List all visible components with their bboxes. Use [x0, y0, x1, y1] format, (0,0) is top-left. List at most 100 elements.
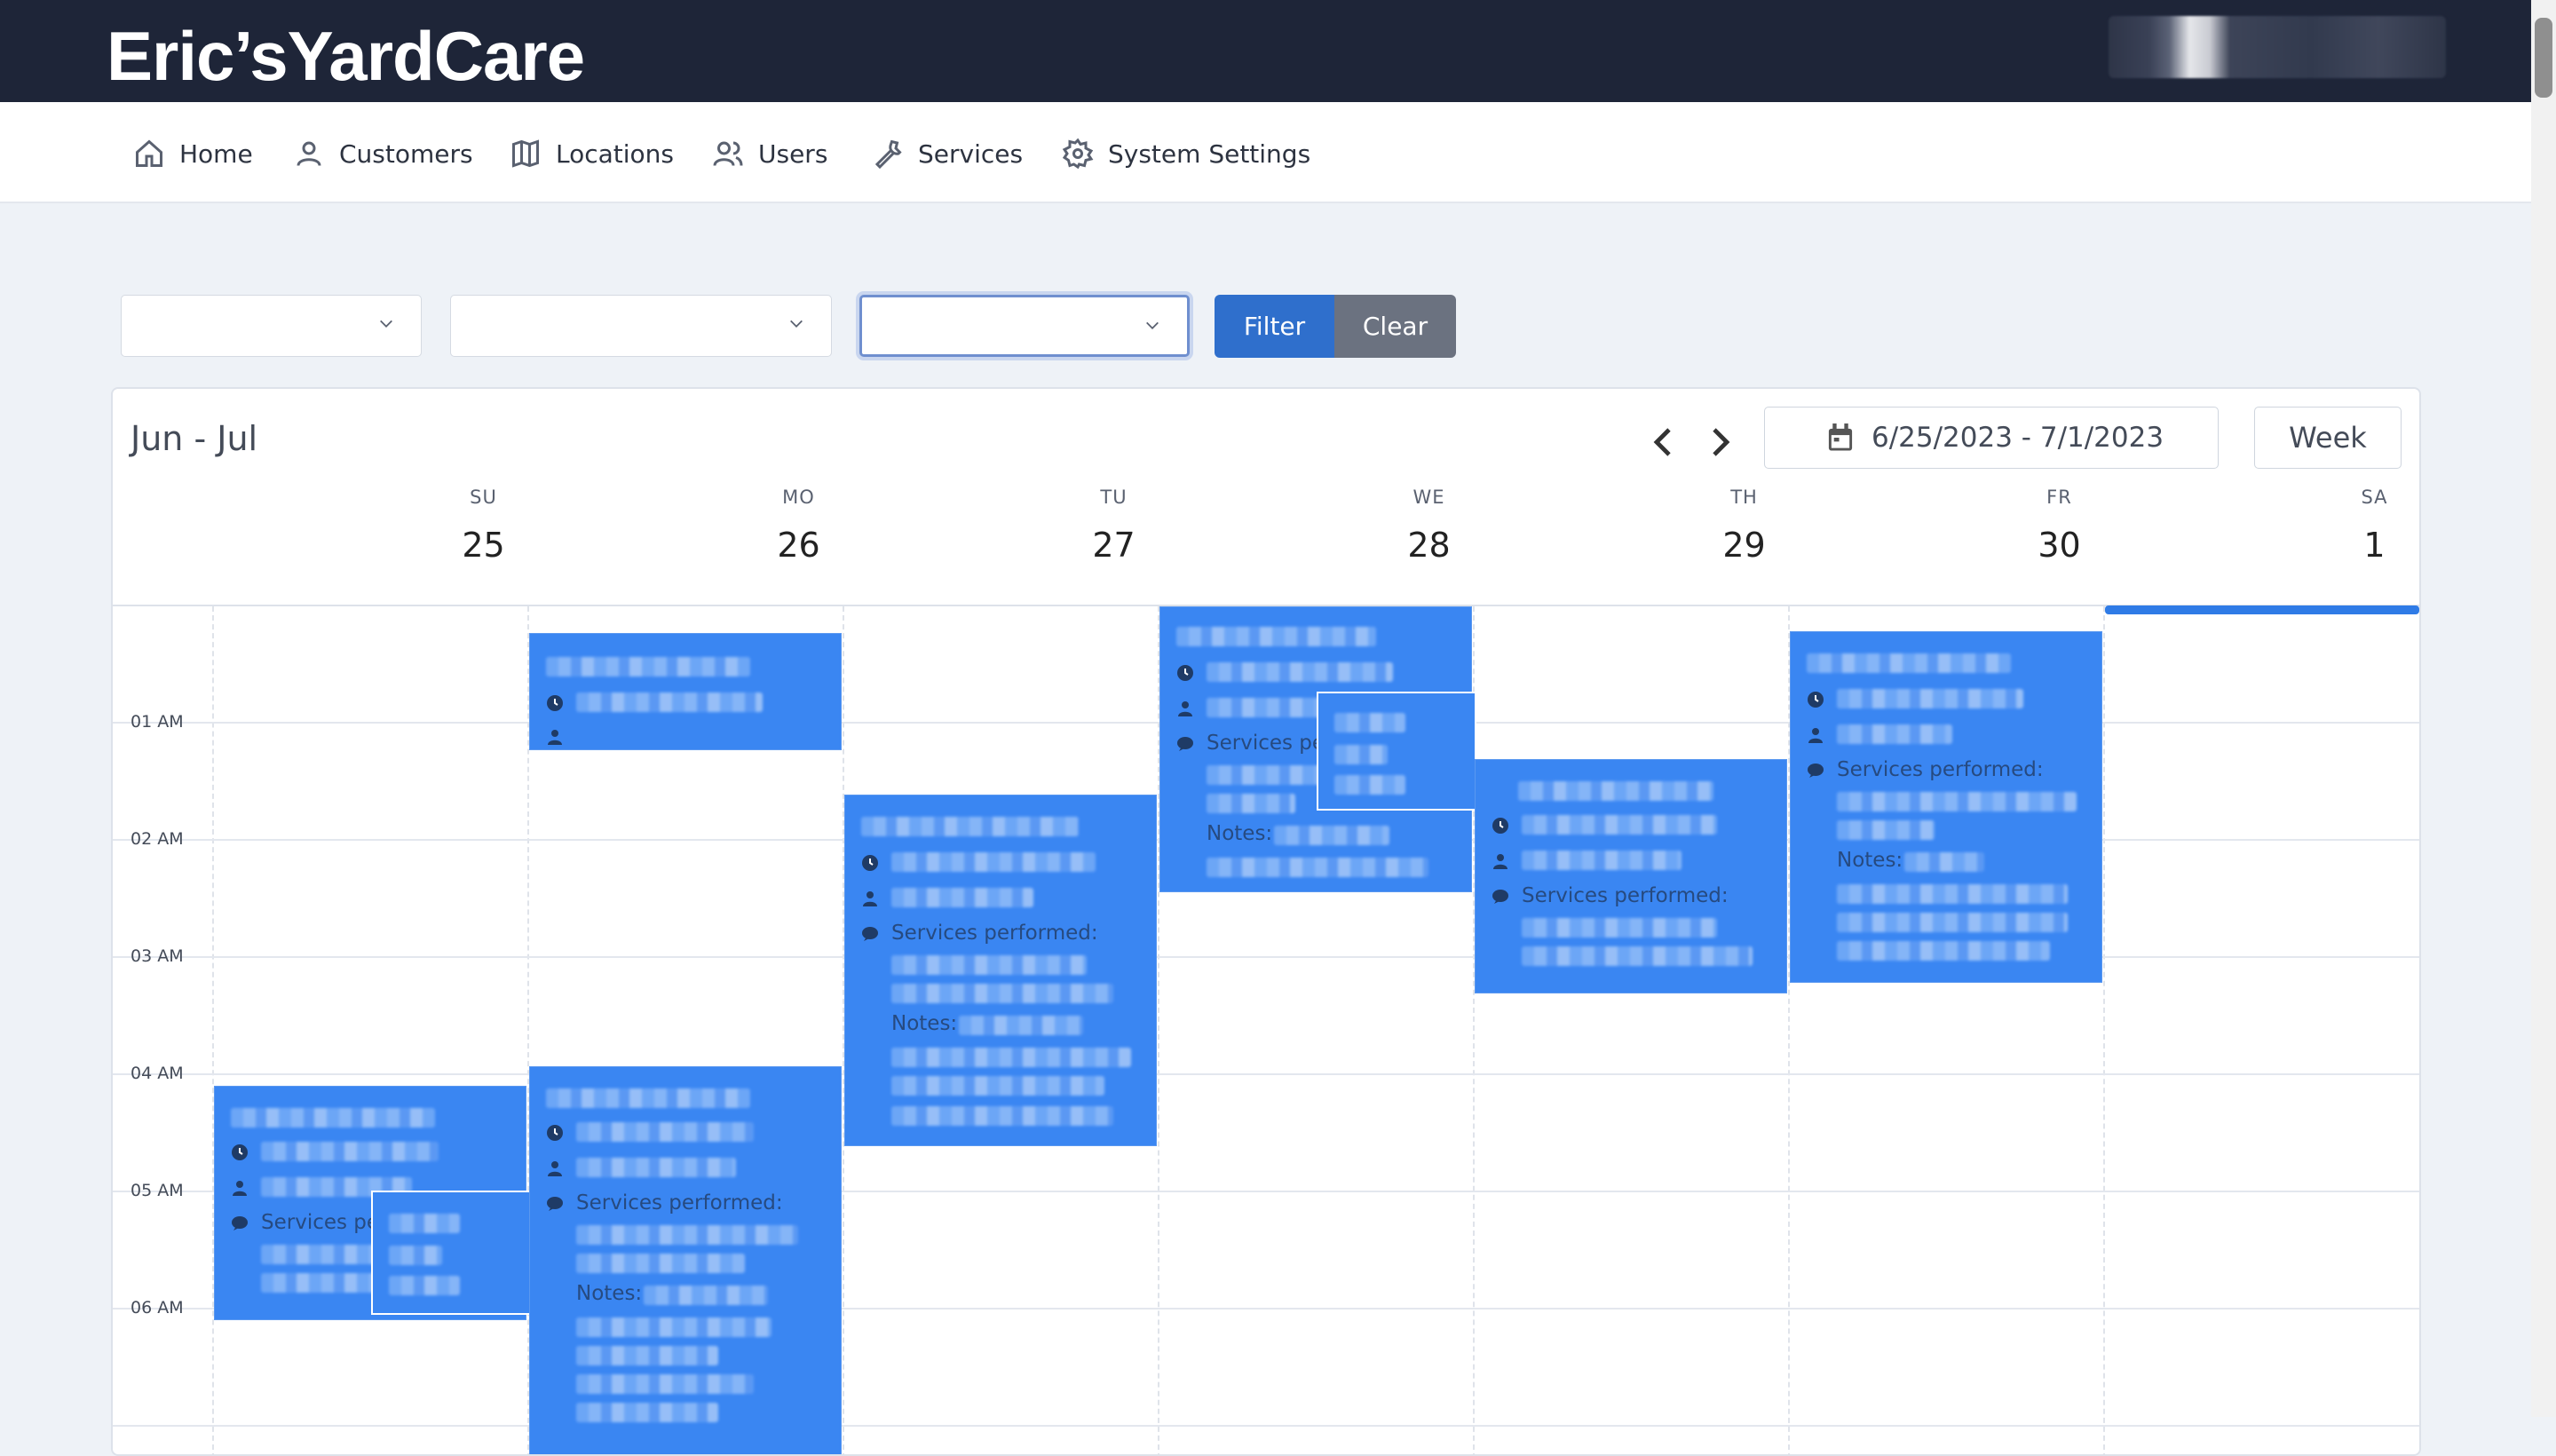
user-menu[interactable]	[2109, 16, 2446, 78]
calendar-event[interactable]	[1317, 692, 1476, 811]
day-header-thu[interactable]: TH 29	[1587, 487, 1902, 565]
top-bar: Eric’sYardCare	[0, 0, 2556, 102]
user-icon	[297, 141, 321, 166]
scrollbar-thumb[interactable]	[2535, 18, 2552, 98]
calendar-event[interactable]: Services performed: Notes:	[1790, 631, 2102, 983]
event-title-redacted	[1334, 713, 1405, 732]
event-notes-redacted	[891, 1076, 1104, 1096]
date-range-value: 6/25/2023 - 7/1/2023	[1871, 422, 2164, 454]
nav-users[interactable]: Users	[712, 136, 827, 171]
person-icon	[548, 1161, 562, 1176]
calendar-event[interactable]	[529, 633, 842, 750]
person-icon	[1808, 728, 1823, 743]
event-notes-redacted	[1837, 884, 2068, 904]
chevron-right-icon[interactable]	[1702, 424, 1737, 460]
clear-button[interactable]: Clear	[1334, 295, 1456, 358]
day-header-sat[interactable]: SA 1	[2217, 487, 2419, 565]
time-grid[interactable]: 01 AM 02 AM 03 AM 04 AM 05 AM 06 AM Serv…	[113, 606, 2419, 1454]
chevron-left-icon[interactable]	[1646, 424, 1682, 460]
calendar-title: Jun - Jul	[131, 419, 258, 458]
filter-select-1[interactable]	[121, 295, 422, 357]
day-name: TU	[1100, 487, 1128, 508]
calendar-panel: Jun - Jul 6/25/2023 - 7/1/2023 Week SU 2…	[111, 387, 2421, 1456]
nav-services-label: Services	[918, 138, 1024, 169]
event-services-redacted	[1207, 794, 1295, 813]
day-name: MO	[782, 487, 815, 508]
filter-select-2[interactable]	[450, 295, 832, 357]
day-name: SU	[470, 487, 497, 508]
day-name: WE	[1413, 487, 1445, 508]
day-header-wed[interactable]: WE 28	[1271, 487, 1587, 565]
services-performed-label: Services performed:	[1522, 884, 1729, 907]
nav-customers-label: Customers	[339, 138, 473, 169]
services-performed-label: Services performed:	[891, 922, 1098, 945]
clock-icon	[547, 695, 563, 711]
event-time-redacted	[1522, 815, 1717, 835]
comment-icon	[547, 1197, 563, 1211]
event-title-redacted	[1334, 775, 1405, 795]
person-icon	[1493, 854, 1507, 869]
event-notes-redacted	[576, 1403, 718, 1422]
nav-system-settings[interactable]: System Settings	[1062, 136, 1310, 171]
hour-label: 06 AM	[131, 1298, 184, 1318]
event-title-redacted	[1518, 781, 1713, 801]
chevron-down-icon	[380, 320, 392, 328]
home-icon	[136, 139, 162, 167]
event-time-redacted	[1837, 689, 2023, 708]
event-notes-redacted	[1837, 941, 2050, 961]
date-range-picker[interactable]: 6/25/2023 - 7/1/2023	[1764, 407, 2219, 469]
event-customer-redacted	[1207, 698, 1322, 717]
event-time-redacted	[261, 1142, 439, 1161]
hour-line	[113, 1425, 2419, 1427]
event-time-redacted	[891, 852, 1096, 872]
hour-label: 04 AM	[131, 1064, 184, 1083]
hour-label: 02 AM	[131, 829, 184, 849]
day-number: 30	[2038, 526, 2081, 565]
event-customer-redacted	[1837, 724, 1952, 744]
view-select-button[interactable]: Week	[2254, 407, 2402, 469]
event-time-redacted	[576, 1122, 754, 1142]
main-nav: Home Customers Locations Users Services …	[0, 102, 2531, 203]
comment-icon	[1492, 890, 1508, 904]
clock-icon	[862, 855, 878, 871]
day-header-tue[interactable]: TU 27	[956, 487, 1271, 565]
nav-home[interactable]: Home	[133, 136, 253, 171]
calendar-event[interactable]: Services performed:	[1475, 759, 1787, 993]
nav-customers[interactable]: Customers	[293, 136, 473, 171]
calendar-event[interactable]: Services performed: Notes:	[529, 1066, 842, 1454]
event-services-redacted	[1837, 820, 1935, 840]
event-services-redacted	[1837, 792, 2077, 811]
event-services-redacted	[891, 984, 1113, 1003]
event-notes-redacted	[1274, 826, 1389, 845]
person-icon	[548, 730, 562, 745]
filter-select-3[interactable]	[859, 295, 1190, 357]
event-title-redacted	[546, 657, 750, 677]
event-notes-redacted	[644, 1286, 768, 1305]
day-number: 26	[777, 526, 820, 565]
wrench-icon	[874, 139, 902, 170]
person-icon	[233, 1181, 247, 1196]
event-notes-redacted	[1904, 852, 1984, 872]
day-header-mon[interactable]: MO 26	[641, 487, 956, 565]
calendar-event[interactable]	[371, 1191, 531, 1315]
gear-icon	[1062, 138, 1094, 170]
event-customer-redacted	[1522, 851, 1682, 870]
brand-logo[interactable]: Eric’sYardCare	[107, 16, 585, 96]
page-scrollbar[interactable]	[2531, 0, 2556, 1417]
nav-services[interactable]: Services	[872, 136, 1023, 171]
event-title-redacted	[389, 1246, 442, 1265]
clock-icon	[232, 1144, 248, 1160]
filter-button[interactable]: Filter	[1215, 295, 1334, 358]
event-notes-redacted	[891, 1106, 1113, 1126]
calendar-event[interactable]: Services performed: Notes:	[844, 795, 1157, 1146]
comment-icon	[1808, 764, 1824, 778]
event-time-redacted	[576, 692, 763, 712]
event-title-redacted	[389, 1276, 460, 1295]
day-header-fri[interactable]: FR 30	[1902, 487, 2217, 565]
event-notes-redacted	[576, 1318, 772, 1337]
chevron-down-icon	[1146, 321, 1159, 329]
nav-locations[interactable]: Locations	[510, 136, 674, 171]
day-column-divider	[212, 606, 214, 1454]
day-header-sun[interactable]: SU 25	[326, 487, 641, 565]
notes-label: Notes:	[891, 1012, 958, 1035]
